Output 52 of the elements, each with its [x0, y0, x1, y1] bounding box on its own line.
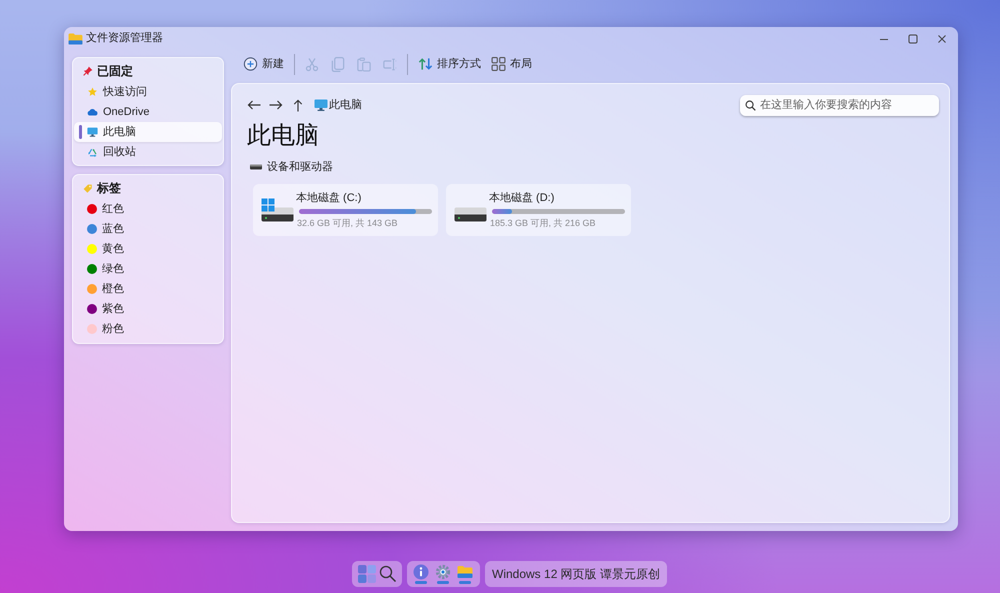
version-label: Windows 12 网页版 谭景元原创 — [485, 561, 668, 587]
section-heading: 已固定 — [97, 63, 133, 80]
star-icon — [87, 87, 98, 97]
section-label: 设备和驱动器 — [267, 160, 333, 175]
drive-name: 本地磁盘 (D:) — [489, 191, 554, 205]
close-icon[interactable] — [937, 34, 947, 44]
sidebar-item[interactable]: 紫色 — [74, 299, 222, 319]
breadcrumb-item[interactable]: 此电脑 — [314, 96, 362, 114]
drive-usage-text: 32.6 GB 可用, 共 143 GB — [297, 218, 398, 229]
pushpin-icon — [83, 66, 93, 76]
section-heading: 标签 — [97, 180, 121, 197]
window-title: 文件资源管理器 — [86, 30, 163, 46]
gear-icon[interactable] — [435, 564, 451, 580]
folder-icon — [68, 32, 83, 44]
cloud-icon — [87, 107, 98, 117]
drive-card[interactable]: 本地磁盘 (C:) 32.6 GB 可用, 共 143 GB — [253, 184, 438, 236]
sort-arrows-icon — [418, 57, 433, 71]
tag-icon — [83, 183, 93, 193]
new-button[interactable]: 新建 — [243, 53, 284, 75]
maximize-icon[interactable] — [908, 34, 918, 44]
sidebar-item[interactable]: 粉色 — [74, 319, 222, 339]
arrow-left-icon[interactable] — [247, 100, 261, 110]
search-icon[interactable] — [379, 565, 397, 583]
info-icon[interactable] — [413, 564, 429, 580]
drive-card[interactable]: 本地磁盘 (D:) 185.3 GB 可用, 共 216 GB — [446, 184, 631, 236]
monitor-icon — [314, 99, 328, 111]
selection-indicator — [79, 125, 82, 139]
search-field[interactable]: 在这里输入你要搜索的内容 — [740, 94, 939, 116]
sidebar-item[interactable]: 快速访问 — [74, 82, 222, 102]
sidebar-item[interactable]: 红色 — [74, 199, 222, 219]
sort-button[interactable]: 排序方式 — [418, 53, 481, 75]
drive-name: 本地磁盘 (C:) — [296, 191, 362, 205]
monitor-icon — [87, 127, 98, 137]
search-icon — [745, 100, 756, 110]
drive-icon — [250, 164, 262, 170]
plus-circle-icon — [243, 57, 258, 71]
sidebar-item[interactable]: 橙色 — [74, 279, 222, 299]
folder-icon[interactable] — [457, 564, 473, 580]
drive-usage-text: 185.3 GB 可用, 共 216 GB — [490, 218, 596, 229]
start-icon[interactable] — [357, 564, 377, 584]
grid-icon — [491, 57, 506, 71]
sidebar-item[interactable]: 蓝色 — [74, 219, 222, 239]
sidebar-item[interactable]: 此电脑 — [74, 122, 222, 142]
page-title: 此电脑 — [247, 121, 319, 151]
sidebar-item[interactable]: OneDrive — [74, 102, 222, 122]
sidebar-item[interactable]: 黄色 — [74, 239, 222, 259]
arrow-up-icon[interactable] — [293, 98, 303, 112]
sidebar-item[interactable]: 绿色 — [74, 259, 222, 279]
layout-button[interactable]: 布局 — [491, 53, 532, 75]
sidebar-item[interactable]: 回收站 — [74, 142, 222, 162]
recycle-icon — [87, 147, 98, 157]
arrow-right-icon[interactable] — [269, 100, 283, 110]
